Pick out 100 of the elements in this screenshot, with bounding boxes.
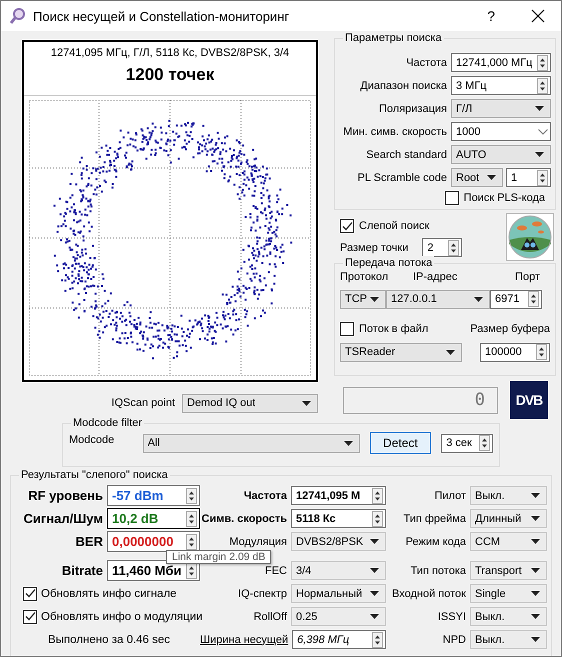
spin-arrows-icon[interactable] [537, 170, 548, 186]
spin-arrows-icon[interactable] [528, 291, 539, 307]
caret-icon [535, 152, 544, 157]
dropdown[interactable]: TSReader [340, 342, 462, 362]
field-label: Размер точки [340, 242, 408, 254]
field-label: PL Scramble code [358, 172, 447, 184]
spin-field[interactable]: 12741,000 МГц [451, 53, 551, 72]
column-label: Порт [515, 271, 540, 285]
spin-field[interactable]: 6,398 МГц [292, 630, 386, 649]
dropdown[interactable]: 127.0.0.1 [386, 290, 490, 308]
carrier-width-link[interactable]: Ширина несущей [200, 634, 288, 646]
caret-icon [535, 106, 544, 111]
spin-field[interactable]: 12741,095 М [291, 486, 386, 505]
detect-button[interactable]: Detect [370, 432, 432, 454]
magnifier-icon [9, 7, 27, 25]
points-count: 1200 точек [126, 65, 214, 85]
field-label: BER [76, 534, 103, 549]
dropdown[interactable]: Transport [470, 561, 547, 580]
field-label: Тип фрейма [403, 512, 466, 524]
dropdown[interactable]: CCM [470, 532, 547, 551]
dropdown[interactable]: 1000 [451, 122, 551, 141]
caret-icon [370, 591, 379, 596]
value-field[interactable]: 0,0000000 [107, 531, 200, 552]
dropdown[interactable]: 0.25 [291, 607, 386, 626]
dropdown[interactable]: Длинный [470, 509, 547, 528]
spin-arrows-icon[interactable] [537, 78, 548, 94]
dropdown[interactable]: Выкл. [470, 486, 547, 505]
spin-field[interactable]: 5118 Кс [291, 509, 386, 528]
value-field[interactable]: 10,2 dB [107, 508, 200, 529]
dropdown[interactable]: Г/Л [451, 99, 551, 118]
field-label: Modcode [69, 434, 116, 446]
dropdown[interactable]: Нормальный [291, 584, 386, 603]
group-title: Результаты "слепого" поиска [19, 468, 170, 482]
caret-icon [531, 637, 540, 642]
dropdown[interactable]: All [142, 434, 360, 452]
spin-arrows-icon[interactable] [186, 562, 197, 578]
dropdown[interactable]: AUTO [451, 145, 551, 164]
dropdown[interactable]: TCP [340, 290, 386, 308]
caret-icon [531, 493, 540, 498]
spin-arrows-icon[interactable] [478, 435, 490, 451]
caret-icon [531, 568, 540, 573]
group-title: Параметры поиска [343, 31, 444, 45]
dropdown[interactable]: Выкл. [470, 630, 547, 649]
caret-icon [531, 516, 540, 521]
checkbox-label: Поиск PLS-кода [464, 192, 545, 204]
group-title: Передача потока [343, 256, 434, 270]
column-label: IP-адрес [412, 271, 458, 285]
spin-field[interactable]: 6971 [490, 290, 542, 308]
help-button[interactable]: ? [487, 8, 495, 24]
spin-field[interactable]: 2 [422, 238, 462, 257]
spin-arrows-icon[interactable] [448, 240, 460, 256]
checkbox[interactable] [340, 322, 354, 336]
dropdown[interactable]: Single [470, 584, 547, 603]
spin-field[interactable]: 1 [506, 168, 551, 187]
spin-arrows-icon[interactable] [536, 344, 547, 360]
checkbox[interactable] [23, 610, 37, 624]
field-label: IQ-спектр [238, 588, 287, 600]
spin-arrows-icon[interactable] [372, 510, 383, 526]
field-label: Частота [406, 56, 447, 68]
dropdown[interactable]: Demod IQ out [182, 394, 318, 412]
carrier-info: 12741,095 МГц, Г/Л, 5118 Кс, DVBS2/8PSK, 3/4 [50, 47, 290, 59]
spin-field[interactable]: 3 МГц [451, 76, 551, 95]
checkbox-label: Поток в файл [359, 322, 428, 334]
tooltip: Link margin 2.09 dB [166, 550, 272, 564]
spin-arrows-icon[interactable] [372, 488, 383, 504]
field-label: Search standard [366, 148, 447, 160]
value-field[interactable]: 11,460 Мби [107, 560, 200, 581]
spin-field[interactable]: 100000 [480, 342, 550, 362]
field-label: Режим кода [406, 536, 466, 548]
checkbox[interactable] [444, 191, 459, 205]
field-label: Мин. симв. скорость [343, 126, 447, 138]
dropdown[interactable]: Выкл. [470, 607, 547, 626]
checkbox[interactable] [340, 219, 354, 233]
column-label: Протокол [340, 271, 390, 285]
checkbox-label: Обновлять инфо сигнале [41, 588, 177, 600]
dropdown[interactable]: DVBS2/8PSK [291, 532, 386, 551]
spin-arrows-icon[interactable] [372, 632, 383, 648]
dropdown[interactable]: 3/4 [291, 561, 386, 580]
caret-icon [487, 175, 496, 180]
caret-icon [370, 539, 379, 544]
chevron-icon [538, 128, 548, 134]
spin-field[interactable]: 3 сек [441, 434, 493, 452]
spin-arrows-icon[interactable] [186, 534, 197, 550]
spin-arrows-icon[interactable] [186, 488, 197, 504]
checkbox[interactable] [23, 586, 37, 600]
field-label: IQScan point [111, 397, 175, 409]
value-field[interactable]: -57 dBm [107, 485, 200, 506]
window-title: Поиск несущей и Constellation-мониторинг [33, 8, 290, 24]
field-label: Симв. скорость [202, 512, 287, 524]
field-label: Размер буфера [470, 322, 550, 334]
close-icon[interactable] [531, 9, 545, 23]
dropdown[interactable]: Root [451, 168, 503, 187]
caret-icon [474, 296, 483, 302]
caret-icon [344, 440, 353, 446]
field-label: ISSYI [438, 610, 466, 622]
checkbox-label: Обновлять инфо о модуляции [41, 610, 203, 622]
field-label: FEC [265, 564, 287, 576]
field-label: Сигнал/Шум [24, 511, 103, 526]
spin-arrows-icon[interactable] [186, 510, 197, 526]
spin-arrows-icon[interactable] [537, 54, 548, 70]
